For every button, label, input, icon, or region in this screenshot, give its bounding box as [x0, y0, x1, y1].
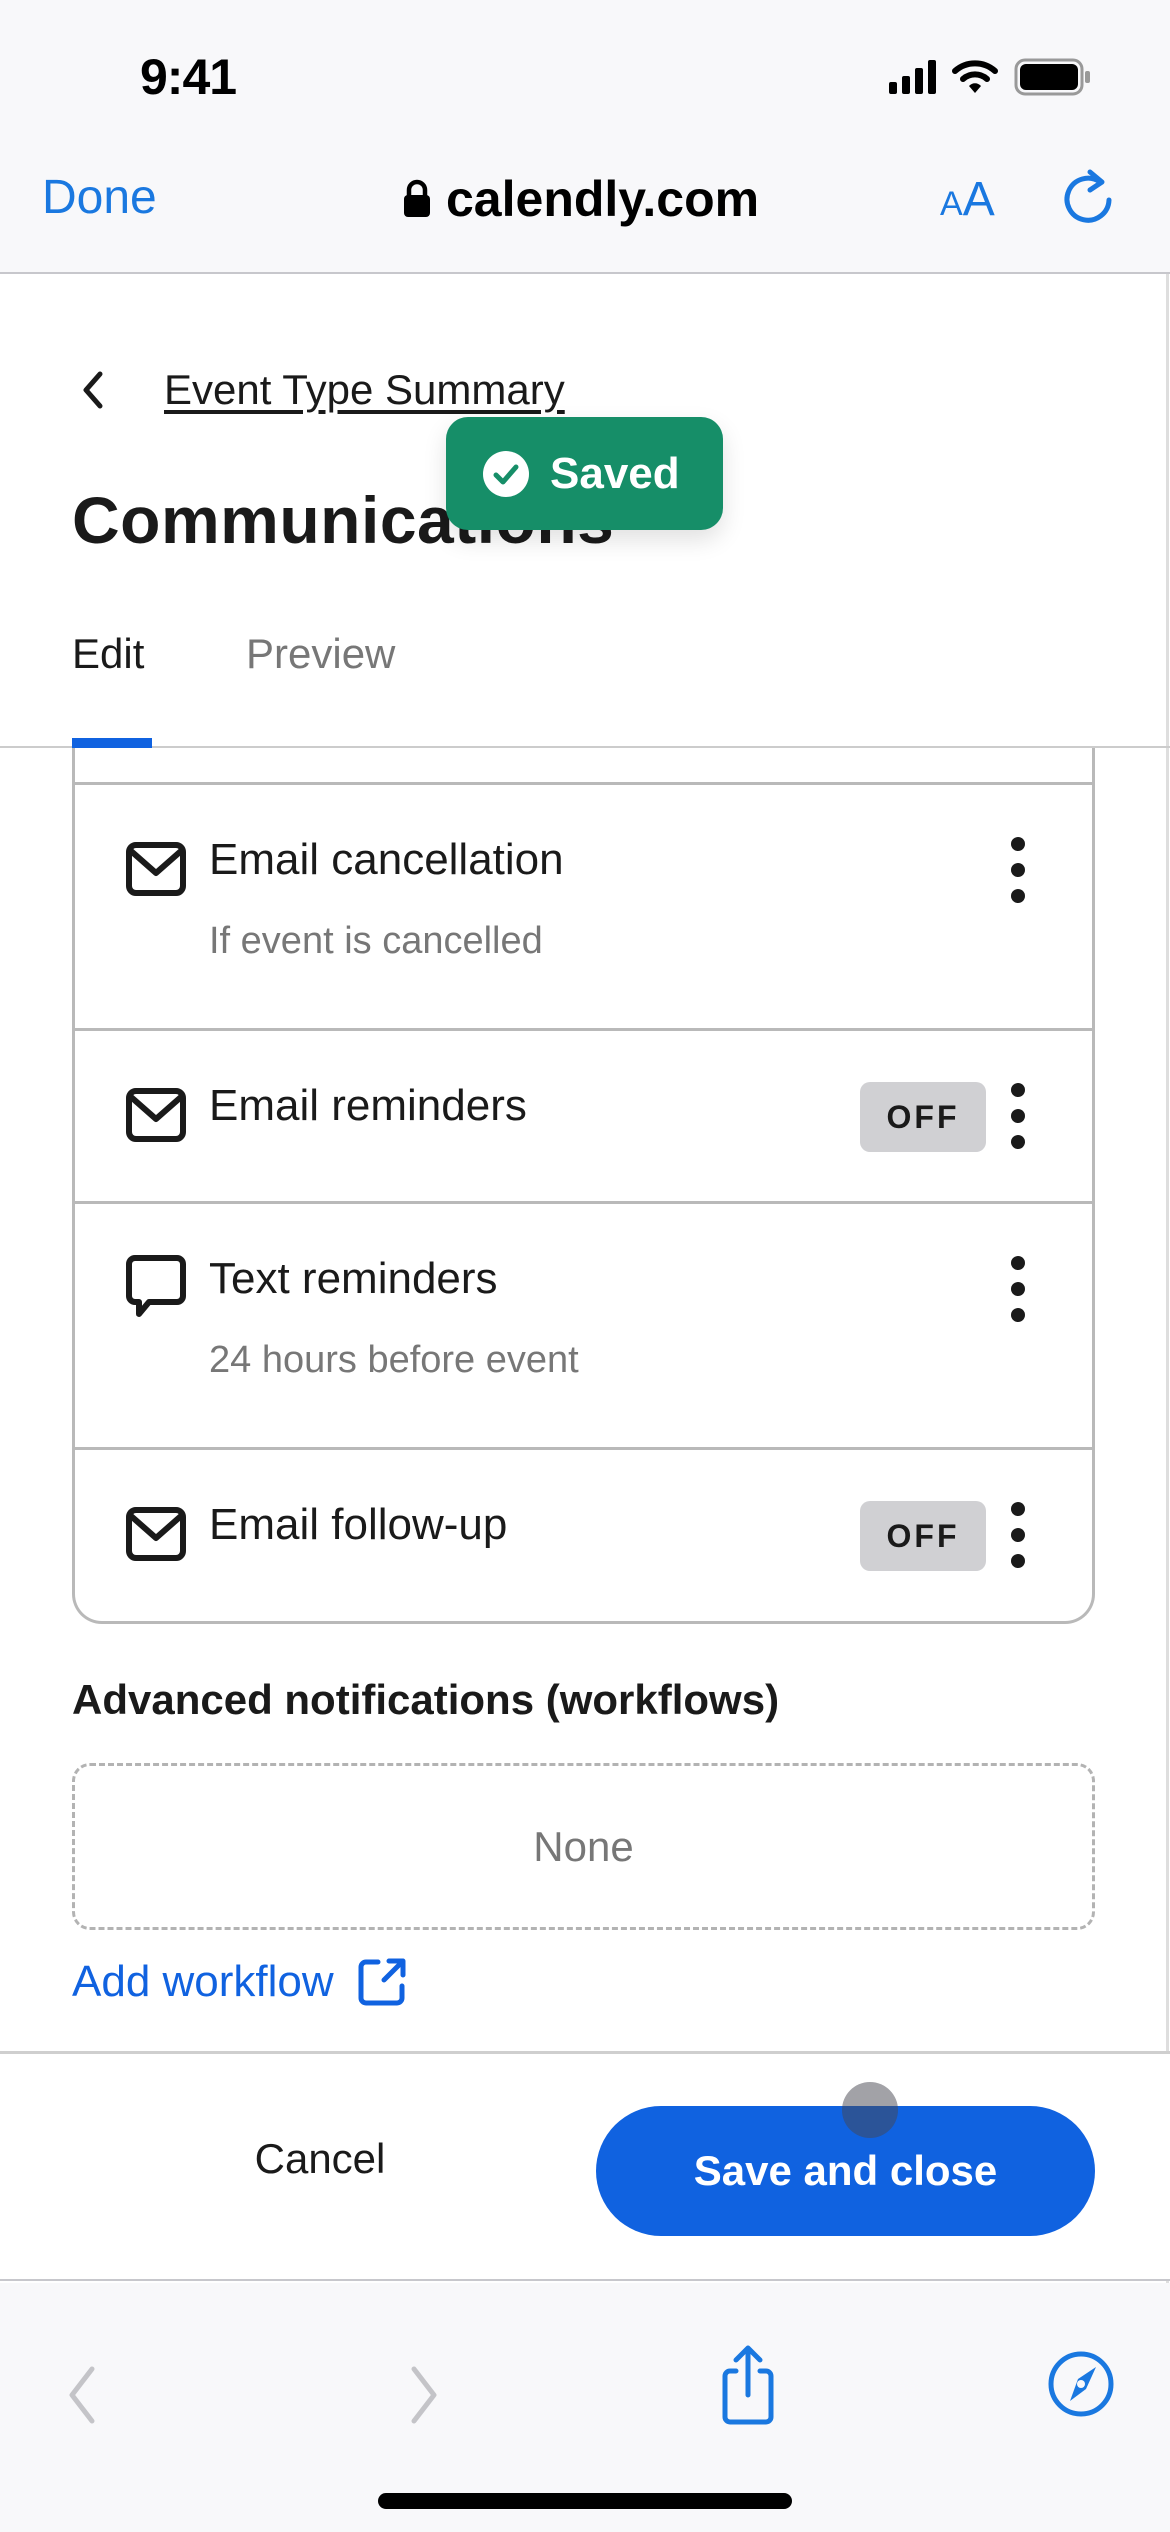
chat-bubble-icon — [126, 1255, 186, 1317]
cancel-button[interactable]: Cancel — [200, 2094, 440, 2224]
save-and-close-button[interactable]: Save and close — [596, 2106, 1095, 2236]
status-time: 9:41 — [140, 49, 237, 105]
done-button[interactable]: Done — [42, 170, 157, 225]
url-display[interactable]: calendly.com — [402, 170, 759, 228]
notification-subtitle: If event is cancelled — [209, 920, 543, 962]
notification-title: Email cancellation — [209, 835, 564, 884]
status-badge-off[interactable]: OFF — [860, 1501, 986, 1571]
notification-title: Email reminders — [209, 1081, 527, 1130]
reload-button[interactable] — [1062, 168, 1118, 228]
chevron-left-icon — [69, 2366, 95, 2424]
notifications-card: Email cancellation If event is cancelled… — [72, 748, 1095, 1624]
external-link-icon — [358, 1958, 406, 2006]
share-icon — [722, 2345, 774, 2425]
empty-state-text: None — [533, 1822, 634, 1870]
tab-preview[interactable]: Preview — [246, 630, 395, 678]
browser-back-button[interactable] — [60, 2363, 110, 2427]
tab-bar: Edit Preview — [0, 620, 1170, 748]
toast-text: Saved — [550, 448, 680, 498]
chevron-right-icon — [411, 2366, 437, 2424]
envelope-icon — [126, 842, 186, 896]
add-workflow-label: Add workflow — [72, 1957, 334, 2006]
more-options-button[interactable] — [1003, 1083, 1033, 1149]
safari-open-button[interactable] — [1046, 2349, 1116, 2419]
lock-icon — [404, 179, 430, 217]
wifi-icon — [952, 60, 998, 93]
status-badge-off[interactable]: OFF — [860, 1082, 986, 1152]
add-workflow-link[interactable]: Add workflow — [72, 1956, 408, 2008]
status-icons — [889, 58, 1092, 96]
envelope-icon — [126, 1507, 186, 1561]
reload-icon — [1064, 169, 1112, 223]
cellular-signal-icon — [889, 60, 936, 94]
active-tab-indicator — [72, 738, 152, 748]
breadcrumb: Event Type Summary — [72, 360, 565, 420]
notification-title: Text reminders — [209, 1254, 498, 1303]
browser-address-bar: Done calendly.com AA — [0, 150, 1170, 274]
more-options-button[interactable] — [1003, 1502, 1033, 1568]
browser-forward-button[interactable] — [398, 2363, 448, 2427]
chevron-left-icon[interactable] — [72, 360, 112, 420]
notification-subtitle: 24 hours before event — [209, 1339, 579, 1381]
notification-row-email-follow-up[interactable]: Email follow-up OFF — [75, 1447, 1092, 1621]
more-options-button[interactable] — [1003, 1256, 1033, 1322]
share-button[interactable] — [716, 2345, 780, 2425]
notification-row-text-reminders[interactable]: Text reminders 24 hours before event — [75, 1201, 1092, 1447]
home-indicator[interactable] — [378, 2493, 792, 2509]
saved-toast: Saved — [446, 417, 723, 530]
status-bar: 9:41 — [0, 0, 1170, 150]
advanced-notifications-heading: Advanced notifications (workflows) — [72, 1676, 780, 1723]
action-footer: Cancel Save and close — [0, 2051, 1170, 2281]
page-scroll-edge — [1166, 274, 1169, 2283]
notification-row-email-reminders[interactable]: Email reminders OFF — [75, 1028, 1092, 1201]
tab-edit[interactable]: Edit — [72, 630, 144, 678]
url-text: calendly.com — [446, 171, 760, 227]
workflows-empty-state: None — [72, 1763, 1095, 1930]
breadcrumb-link[interactable]: Event Type Summary — [164, 366, 565, 414]
check-circle-icon — [483, 450, 529, 497]
notification-row-email-cancellation[interactable]: Email cancellation If event is cancelled — [75, 782, 1092, 1028]
notification-title: Email follow-up — [209, 1500, 508, 1549]
envelope-icon — [126, 1088, 186, 1142]
text-size-button[interactable]: AA — [940, 172, 995, 227]
more-options-button[interactable] — [1003, 837, 1033, 903]
compass-icon — [1048, 2351, 1114, 2417]
battery-icon — [1014, 58, 1090, 96]
